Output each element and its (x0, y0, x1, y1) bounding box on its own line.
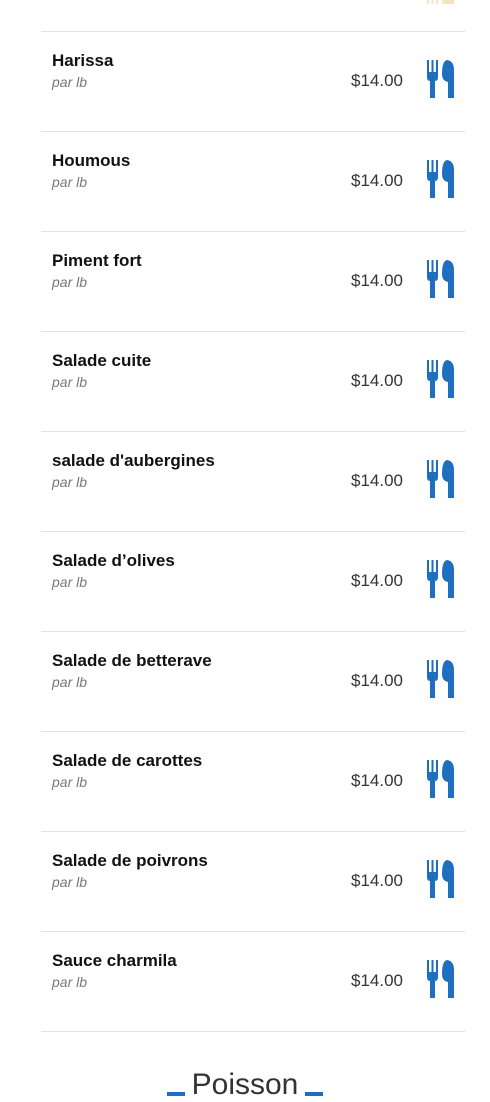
item-price: $14.00 (351, 271, 403, 290)
fork-knife-icon[interactable] (425, 60, 455, 98)
fork-knife-icon (425, 0, 455, 4)
item-price: $14.00 (351, 671, 403, 690)
item-unit: par lb (52, 774, 88, 790)
item-name: Sauce charmila (52, 951, 177, 970)
item-name: Salade de betterave (52, 651, 212, 670)
fork-knife-icon[interactable] (425, 860, 455, 898)
fork-knife-icon[interactable] (425, 960, 455, 998)
fork-knife-icon[interactable] (425, 160, 455, 198)
item-price: $14.00 (351, 571, 403, 590)
menu-item: Salade de poivrons par lb $14.00 (41, 832, 465, 932)
fork-knife-icon[interactable] (425, 560, 455, 598)
item-price: $14.00 (351, 71, 403, 90)
menu-item: Salade d’olives par lb $14.00 (41, 532, 465, 632)
item-name: Piment fort (52, 251, 142, 270)
menu-item: Sauce charmila par lb $14.00 (41, 932, 465, 1032)
item-unit: par lb (52, 474, 88, 490)
menu-item: Salade cuite par lb $14.00 (41, 332, 465, 432)
fork-knife-icon[interactable] (425, 760, 455, 798)
item-price: $14.00 (351, 371, 403, 390)
section-heading: Poisson (0, 1068, 490, 1102)
item-name: Houmous (52, 151, 131, 170)
fork-knife-icon[interactable] (425, 660, 455, 698)
item-price: $14.00 (351, 971, 403, 990)
item-name: Harissa (52, 51, 114, 70)
menu-item: Salade de carottes par lb $14.00 (41, 732, 465, 832)
item-unit: par lb (52, 174, 88, 190)
item-price: $14.00 (351, 471, 403, 490)
item-name: Salade de carottes (52, 751, 203, 770)
item-name: Salade cuite (52, 351, 152, 370)
item-unit: par lb (52, 674, 88, 690)
menu-item: Houmous par lb $14.00 (41, 132, 465, 232)
item-unit: par lb (52, 974, 88, 990)
item-name: Salade de poivrons (52, 851, 208, 870)
fork-knife-icon[interactable] (425, 260, 455, 298)
menu-item-list: Harissa par lb $14.00 Houmous par lb $14… (41, 31, 465, 1032)
item-unit: par lb (52, 274, 88, 290)
menu-item: Harissa par lb $14.00 (41, 32, 465, 132)
fork-knife-icon[interactable] (425, 360, 455, 398)
menu-item: Piment fort par lb $14.00 (41, 232, 465, 332)
item-price: $14.00 (351, 871, 403, 890)
item-unit: par lb (52, 374, 88, 390)
fork-knife-icon[interactable] (425, 460, 455, 498)
item-name: salade d'aubergines (52, 451, 215, 470)
menu-item: Salade de betterave par lb $14.00 (41, 632, 465, 732)
item-unit: par lb (52, 74, 88, 90)
item-price: $14.00 (351, 171, 403, 190)
menu-item: salade d'aubergines par lb $14.00 (41, 432, 465, 532)
item-price: $14.00 (351, 771, 403, 790)
item-unit: par lb (52, 574, 88, 590)
item-name: Salade d’olives (52, 551, 175, 570)
section-title: Poisson (191, 1068, 299, 1101)
item-unit: par lb (52, 874, 88, 890)
